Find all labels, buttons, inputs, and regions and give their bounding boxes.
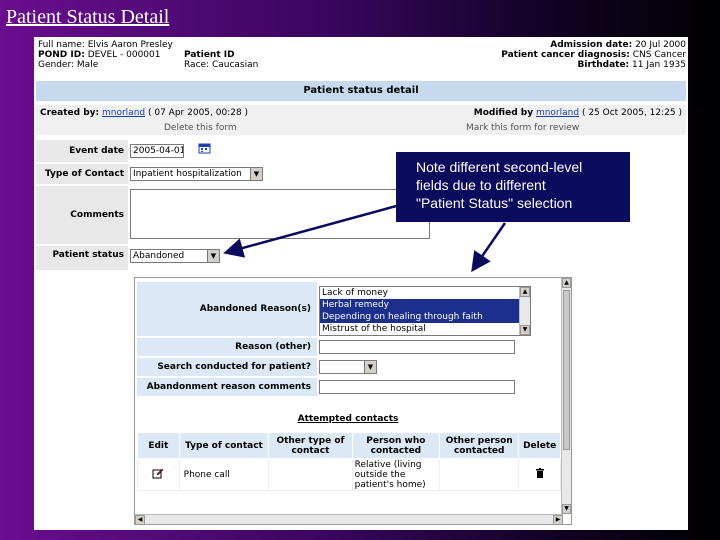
chevron-down-icon: ▼ bbox=[207, 250, 219, 262]
other-type-cell bbox=[268, 458, 353, 491]
gender-row: Gender: Male bbox=[38, 60, 98, 70]
calendar-icon[interactable] bbox=[198, 142, 212, 154]
chevron-down-icon: ▼ bbox=[364, 361, 376, 373]
reason-option[interactable]: Herbal remedy bbox=[320, 299, 530, 311]
abandonment-comments-input[interactable] bbox=[319, 380, 515, 394]
col-edit: Edit bbox=[137, 432, 180, 459]
trash-icon[interactable] bbox=[518, 458, 561, 491]
comments-label: Comments bbox=[36, 186, 128, 244]
pond-id-label: POND ID: bbox=[38, 50, 85, 60]
patient-status-select[interactable]: Abandoned ▼ bbox=[130, 249, 220, 263]
patient-id-row: Patient ID bbox=[184, 50, 235, 60]
app-window: Full name: Elvis Aaron Presley POND ID: … bbox=[34, 37, 688, 530]
scroll-left-icon[interactable]: ◀ bbox=[135, 515, 145, 524]
modified-on: ( 25 Oct 2005, 12:25 ) bbox=[581, 108, 682, 118]
delete-form-button[interactable]: Delete this form bbox=[164, 123, 237, 133]
race-value: Caucasian bbox=[211, 60, 259, 70]
form-title: Patient status detail bbox=[36, 81, 686, 101]
patient-status-label: Patient status bbox=[36, 246, 128, 270]
created-by: Created by: mnorland ( 07 Apr 2005, 00:2… bbox=[40, 108, 248, 118]
col-type: Type of contact bbox=[178, 432, 270, 459]
attempted-contacts-table: Edit Type of contact Other type of conta… bbox=[137, 432, 561, 491]
reason-option[interactable]: Depending on healing through faith bbox=[320, 311, 530, 323]
reason-option[interactable]: Mistrust of the hospital bbox=[320, 323, 530, 335]
scroll-down-icon[interactable]: ▼ bbox=[520, 325, 530, 335]
status-detail-frame: Abandoned Reason(s) Lack of money Herbal … bbox=[134, 277, 572, 525]
race-row: Race: Caucasian bbox=[184, 60, 258, 70]
mark-for-review-button[interactable]: Mark this form for review bbox=[466, 123, 579, 133]
abandonment-comments-label: Abandonment reason comments bbox=[137, 378, 317, 396]
modified-by-label: Modified by bbox=[473, 108, 534, 118]
reason-other-label: Reason (other) bbox=[137, 338, 317, 356]
reason-other-input[interactable] bbox=[319, 340, 515, 354]
chevron-down-icon: ▼ bbox=[250, 168, 262, 180]
scroll-up-icon[interactable]: ▲ bbox=[562, 278, 571, 288]
annotation-callout: Note different second-level fields due t… bbox=[396, 152, 630, 222]
edit-icon[interactable] bbox=[137, 458, 180, 491]
reason-option[interactable]: Lack of money bbox=[320, 287, 530, 299]
created-on: ( 07 Apr 2005, 00:28 ) bbox=[148, 108, 249, 118]
birthdate-value: 11 Jan 1935 bbox=[632, 60, 686, 70]
birthdate-row: Birthdate: 11 Jan 1935 bbox=[578, 60, 686, 70]
admission-label: Admission date: bbox=[550, 40, 633, 50]
created-by-label: Created by: bbox=[40, 108, 100, 118]
search-conducted-label: Search conducted for patient? bbox=[137, 358, 317, 376]
patient-id-label: Patient ID bbox=[184, 50, 235, 60]
abandoned-reasons-listbox[interactable]: Lack of money Herbal remedy Depending on h… bbox=[319, 286, 531, 336]
col-person: Person who contacted bbox=[351, 432, 441, 459]
slide-title: Patient Status Detail bbox=[6, 6, 170, 28]
gender-label: Gender: bbox=[38, 60, 75, 70]
pond-id-value: DEVEL - 000001 bbox=[87, 50, 161, 60]
frame-vertical-scrollbar[interactable]: ▲ ▼ bbox=[561, 278, 571, 514]
callout-line-3: "Patient Status" selection bbox=[416, 195, 573, 211]
scroll-up-icon[interactable]: ▲ bbox=[520, 287, 530, 297]
col-other-type: Other type of contact bbox=[268, 432, 353, 459]
scroll-down-icon[interactable]: ▼ bbox=[562, 504, 571, 514]
event-date-input[interactable]: 2005-04-01 bbox=[130, 144, 184, 158]
created-by-user-link[interactable]: mnorland bbox=[102, 108, 145, 118]
diagnosis-row: Patient cancer diagnosis: CNS Cancer bbox=[501, 50, 686, 60]
col-delete: Delete bbox=[518, 432, 561, 459]
diagnosis-label: Patient cancer diagnosis: bbox=[501, 50, 630, 60]
birthdate-label: Birthdate: bbox=[577, 60, 630, 70]
abandoned-reasons-label: Abandoned Reason(s) bbox=[137, 282, 317, 336]
attempted-contacts-title: Attempted contacts bbox=[297, 414, 399, 424]
callout-line-2: fields due to different bbox=[416, 177, 546, 193]
callout-line-1: Note different second-level bbox=[416, 159, 583, 175]
pond-id-row: POND ID: DEVEL - 000001 bbox=[38, 50, 161, 60]
modified-by-user-link[interactable]: mnorland bbox=[536, 108, 579, 118]
full-name-row: Full name: Elvis Aaron Presley bbox=[38, 40, 173, 50]
search-conducted-select[interactable]: ▼ bbox=[319, 360, 377, 374]
scroll-thumb[interactable] bbox=[563, 290, 570, 450]
other-person-cell bbox=[439, 458, 520, 491]
col-other-person: Other person contacted bbox=[439, 432, 520, 459]
comments-textarea[interactable] bbox=[130, 189, 430, 239]
contact-type-cell: Phone call bbox=[178, 458, 270, 491]
frame-horizontal-scrollbar[interactable]: ◀ ▶ bbox=[135, 514, 563, 524]
event-date-label: Event date bbox=[36, 140, 128, 162]
full-name-label: Full name: bbox=[38, 40, 85, 50]
patient-status-value: Abandoned bbox=[133, 251, 185, 261]
type-of-contact-label: Type of Contact bbox=[36, 164, 128, 184]
race-label: Race: bbox=[184, 60, 210, 70]
type-of-contact-select[interactable]: Inpatient hospitalization ▼ bbox=[130, 167, 263, 181]
admission-value: 20 Jul 2000 bbox=[635, 40, 686, 50]
table-row: Phone call Relative (living outside the … bbox=[137, 458, 561, 491]
meta-row: Created by: mnorland ( 07 Apr 2005, 00:2… bbox=[36, 105, 686, 135]
gender-value: Male bbox=[76, 60, 99, 70]
admission-row: Admission date: 20 Jul 2000 bbox=[550, 40, 686, 50]
scroll-right-icon[interactable]: ▶ bbox=[553, 515, 563, 524]
person-cell: Relative (living outside the patient's h… bbox=[351, 458, 441, 491]
full-name-value: Elvis Aaron Presley bbox=[87, 40, 173, 50]
diagnosis-value: CNS Cancer bbox=[632, 50, 686, 60]
listbox-scrollbar[interactable]: ▲ ▼ bbox=[519, 287, 530, 335]
modified-by: Modified by mnorland ( 25 Oct 2005, 12:2… bbox=[474, 108, 682, 118]
type-of-contact-value: Inpatient hospitalization bbox=[133, 169, 242, 179]
